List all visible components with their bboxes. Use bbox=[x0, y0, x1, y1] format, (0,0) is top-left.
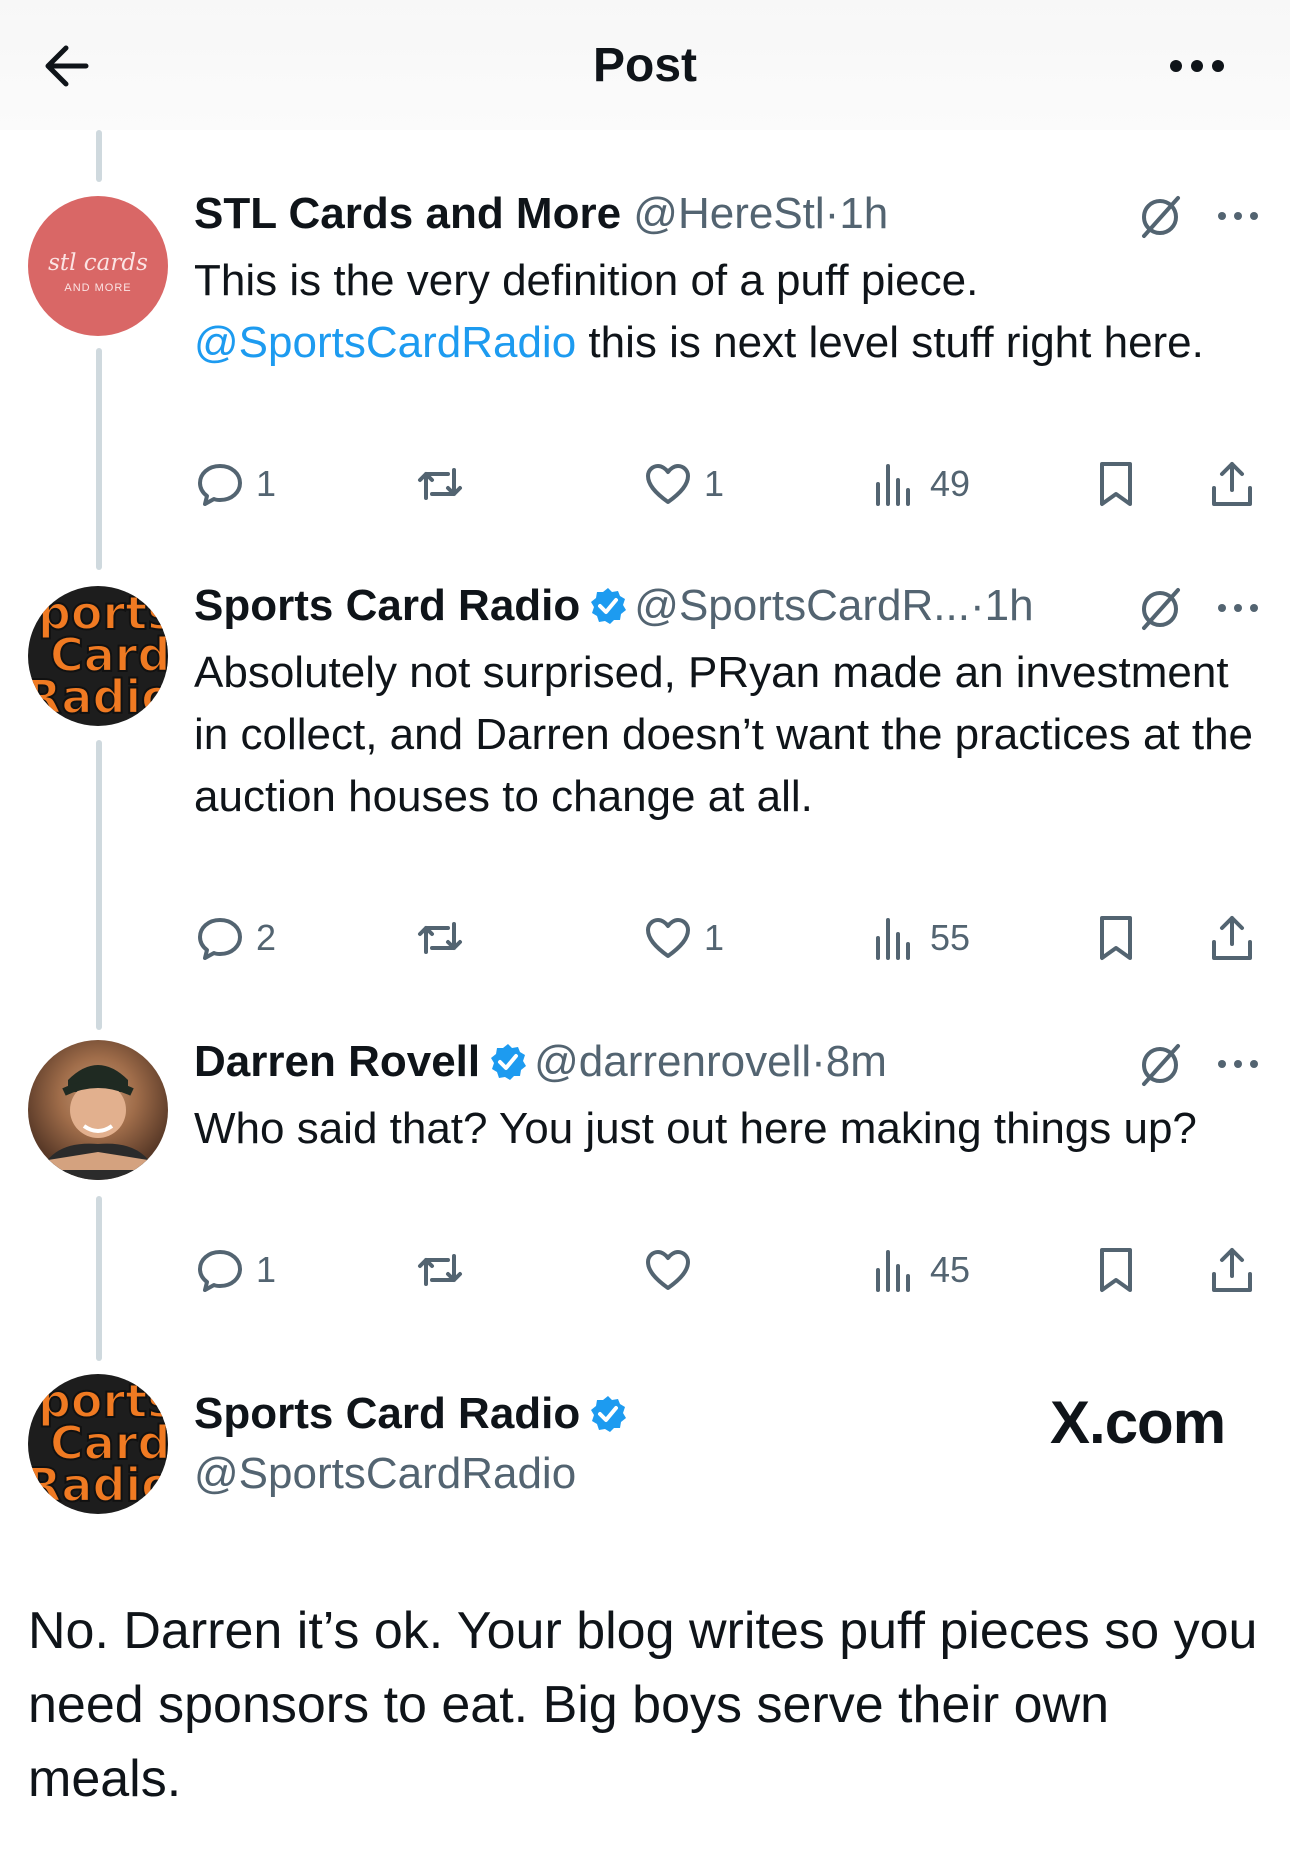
bookmark-button[interactable] bbox=[1090, 456, 1142, 512]
reply-button[interactable]: 1 bbox=[194, 1242, 276, 1298]
repost-button[interactable] bbox=[414, 1242, 476, 1298]
page-title: Post bbox=[592, 39, 697, 92]
views-button[interactable]: 45 bbox=[868, 1242, 970, 1298]
share-icon bbox=[1212, 916, 1252, 960]
views-button[interactable]: 55 bbox=[868, 910, 970, 966]
handle[interactable]: @SportsCardRadio bbox=[194, 1449, 576, 1498]
separator: · bbox=[824, 189, 840, 238]
thread-line bbox=[96, 1196, 102, 1361]
separator: · bbox=[969, 581, 985, 630]
x-logo: X.com bbox=[1050, 1389, 1226, 1456]
heart-icon bbox=[646, 918, 690, 958]
repost-icon bbox=[418, 1254, 462, 1286]
timestamp[interactable]: 1h bbox=[985, 581, 1034, 630]
verified-badge-icon bbox=[491, 1044, 527, 1080]
author-name-row: Sports Card Radio bbox=[194, 1386, 634, 1442]
thread-line bbox=[96, 740, 102, 1030]
reply-count: 1 bbox=[256, 463, 277, 504]
views-icon bbox=[876, 918, 910, 960]
tweet-text-part: this is next level stuff right here. bbox=[576, 318, 1204, 367]
person-photo bbox=[38, 1065, 158, 1180]
tweet-text: This is the very definition of a puff pi… bbox=[194, 250, 1254, 374]
bookmark-icon bbox=[1100, 1248, 1132, 1292]
grok-icon[interactable] bbox=[1136, 1040, 1184, 1088]
share-icon bbox=[1212, 462, 1252, 506]
reply-icon bbox=[198, 918, 242, 960]
grok-icon[interactable] bbox=[1136, 584, 1184, 632]
view-count: 55 bbox=[930, 917, 971, 958]
like-button[interactable]: 1 bbox=[642, 910, 724, 966]
avatar-logo-text: Radio bbox=[28, 670, 168, 724]
repost-button[interactable] bbox=[414, 910, 476, 966]
heart-icon bbox=[646, 1250, 690, 1290]
tweet-more-icon[interactable] bbox=[1214, 206, 1262, 226]
heart-icon bbox=[646, 464, 690, 504]
timestamp[interactable]: 1h bbox=[839, 189, 888, 238]
tweet-text: No. Darren it’s ok. Your blog writes puf… bbox=[28, 1602, 1258, 1808]
bookmark-icon bbox=[1100, 916, 1132, 960]
like-count: 1 bbox=[704, 463, 725, 504]
timestamp[interactable]: 8m bbox=[826, 1037, 887, 1086]
like-button[interactable]: 1 bbox=[642, 456, 724, 512]
reply-button[interactable]: 2 bbox=[194, 910, 276, 966]
verified-badge-icon bbox=[591, 1396, 627, 1432]
view-count: 45 bbox=[930, 1249, 971, 1290]
repost-button[interactable] bbox=[414, 456, 476, 512]
verified-badge-icon bbox=[591, 588, 627, 624]
share-button[interactable] bbox=[1206, 1242, 1258, 1298]
share-button[interactable] bbox=[1206, 456, 1258, 512]
thread-line bbox=[96, 348, 102, 570]
views-icon bbox=[876, 1250, 910, 1292]
display-name[interactable]: Darren Rovell bbox=[194, 1037, 480, 1086]
display-name[interactable]: Sports Card Radio bbox=[194, 1389, 580, 1438]
tweet-header: STL Cards and More @HereStl·1h bbox=[194, 186, 888, 242]
handle[interactable]: @HereStl bbox=[633, 189, 824, 238]
avatar[interactable] bbox=[28, 1040, 168, 1180]
views-button[interactable]: 49 bbox=[868, 456, 970, 512]
tweet-more-icon[interactable] bbox=[1214, 1054, 1262, 1074]
separator: · bbox=[811, 1037, 826, 1086]
share-icon bbox=[1212, 1248, 1252, 1292]
handle[interactable]: @darrenrovell bbox=[534, 1037, 811, 1086]
tweet-text-part: This is the very definition of a puff pi… bbox=[194, 256, 979, 305]
handle[interactable]: @SportsCardR... bbox=[634, 581, 970, 630]
thread-line bbox=[96, 130, 102, 182]
repost-icon bbox=[418, 468, 462, 500]
reply-count: 2 bbox=[256, 917, 277, 958]
reply-icon bbox=[198, 1250, 242, 1292]
tweet-header: Darren Rovell @darrenrovell·8m bbox=[194, 1034, 887, 1090]
avatar-logo-text: stl cards bbox=[48, 250, 148, 276]
share-button[interactable] bbox=[1206, 910, 1258, 966]
views-icon bbox=[876, 464, 910, 506]
avatar[interactable]: stl cards AND MORE bbox=[28, 196, 168, 336]
tweet-more-icon[interactable] bbox=[1214, 598, 1262, 618]
tweet-header: Sports Card Radio @SportsCardR...·1h bbox=[194, 578, 1034, 634]
grok-icon[interactable] bbox=[1136, 192, 1184, 240]
avatar-logo-subtext: AND MORE bbox=[64, 282, 132, 294]
repost-icon bbox=[418, 922, 462, 954]
display-name[interactable]: Sports Card Radio bbox=[194, 581, 580, 630]
like-button[interactable] bbox=[642, 1242, 704, 1298]
like-count: 1 bbox=[704, 917, 725, 958]
avatar-logo-text: Radio bbox=[28, 1458, 168, 1512]
bookmark-icon bbox=[1100, 462, 1132, 506]
mention-link[interactable]: @SportsCardRadio bbox=[194, 318, 576, 367]
view-count: 49 bbox=[930, 463, 971, 504]
reply-count: 1 bbox=[256, 1249, 277, 1290]
tweet-text: Absolutely not surprised, PRyan made an … bbox=[194, 648, 1254, 821]
reply-button[interactable]: 1 bbox=[194, 456, 276, 512]
bookmark-button[interactable] bbox=[1090, 910, 1142, 966]
display-name[interactable]: STL Cards and More bbox=[194, 189, 621, 238]
reply-icon bbox=[198, 464, 242, 506]
bookmark-button[interactable] bbox=[1090, 1242, 1142, 1298]
avatar[interactable]: ports Card Radio bbox=[28, 586, 168, 726]
author-handle-row: @SportsCardRadio bbox=[194, 1446, 576, 1502]
tweet-text: Who said that? You just out here making … bbox=[194, 1104, 1197, 1153]
avatar[interactable]: ports Card Radio bbox=[28, 1374, 168, 1514]
more-icon[interactable] bbox=[1162, 36, 1232, 96]
